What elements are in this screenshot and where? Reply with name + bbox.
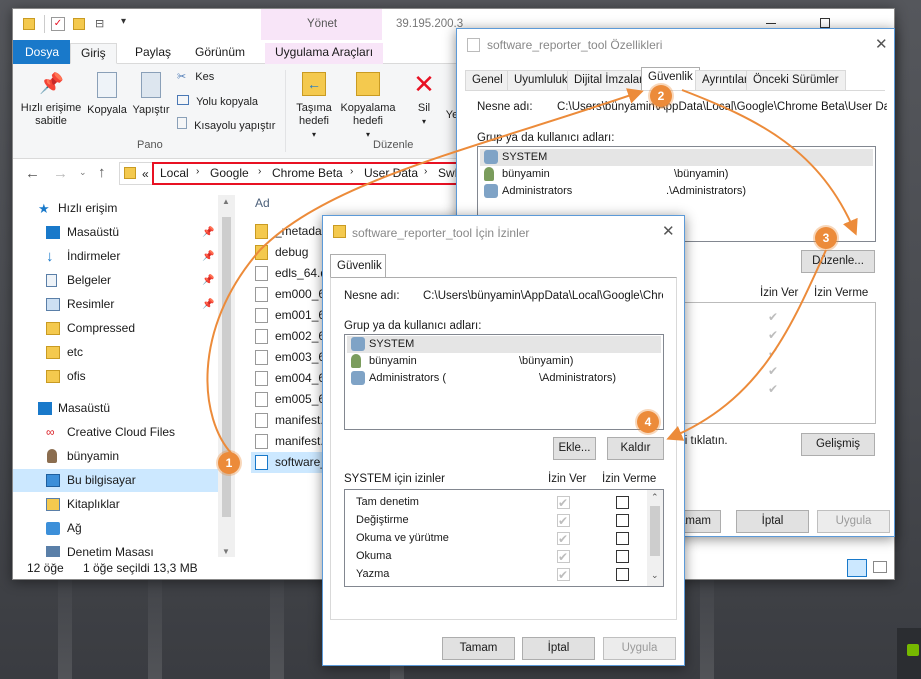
arrow-1-to-security-tab (206, 88, 644, 455)
callout-badge-2: 2 (650, 85, 672, 107)
callout-arrows (206, 88, 858, 455)
callout-badge-1: 1 (218, 452, 240, 474)
arrow-3-to-remove-button (666, 249, 827, 441)
arrow-2-to-edit-button (681, 89, 858, 236)
callout-badge-3: 3 (815, 227, 837, 249)
callout-badge-4: 4 (637, 411, 659, 433)
